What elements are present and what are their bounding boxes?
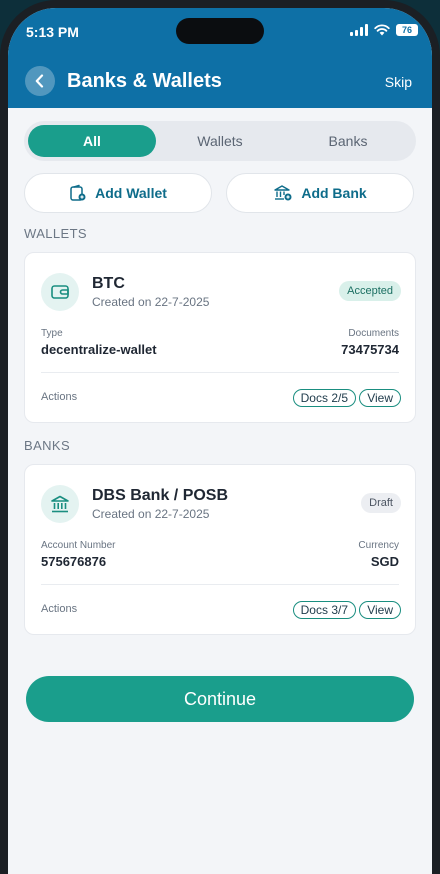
wallet-type-value: decentralize-wallet (41, 342, 157, 357)
wallet-card[interactable]: BTC Created on 22-7-2025 Accepted Type d… (24, 252, 416, 423)
phone-frame: 5:13 PM 76 Banks & Wallets Skip All Wall… (0, 0, 440, 874)
system-icons: 76 (350, 24, 418, 36)
battery-icon: 76 (396, 24, 418, 36)
add-bank-button[interactable]: Add Bank (226, 173, 414, 213)
wallet-add-icon (70, 184, 86, 201)
bank-name: DBS Bank / POSB (92, 487, 229, 504)
bank-actions-label: Actions (41, 603, 78, 615)
wallet-icon (51, 285, 69, 299)
wallet-docs-button[interactable]: Docs 2/5 (292, 389, 356, 407)
wallet-avatar (41, 273, 79, 311)
back-button[interactable] (25, 66, 55, 96)
header: Banks & Wallets Skip (8, 62, 432, 108)
wallet-documents-value: 73475734 (341, 342, 399, 357)
wifi-icon (374, 24, 390, 36)
tab-wallets[interactable]: Wallets (156, 125, 284, 157)
wallet-name: BTC (92, 275, 125, 292)
divider (41, 584, 399, 585)
top-bar: 5:13 PM 76 Banks & Wallets Skip (8, 8, 432, 108)
add-bank-label: Add Bank (301, 185, 367, 201)
wallet-view-button[interactable]: View (359, 389, 401, 407)
account-number-label: Account Number (41, 540, 116, 551)
wallets-section-label: WALLETS (24, 226, 88, 241)
app-screen: 5:13 PM 76 Banks & Wallets Skip All Wall… (8, 8, 432, 874)
banks-section-label: BANKS (24, 438, 71, 453)
divider (41, 372, 399, 373)
wallet-actions-label: Actions (41, 391, 78, 403)
wallet-documents-label: Documents (348, 328, 399, 339)
add-wallet-label: Add Wallet (95, 185, 167, 201)
continue-button[interactable]: Continue (26, 676, 414, 722)
bank-docs-button[interactable]: Docs 3/7 (292, 601, 356, 619)
tab-all[interactable]: All (28, 125, 156, 157)
account-number-value: 575676876 (41, 554, 107, 569)
bank-created-date: Created on 22-7-2025 (92, 507, 210, 521)
bank-card[interactable]: DBS Bank / POSB Created on 22-7-2025 Dra… (24, 464, 416, 635)
bank-view-button[interactable]: View (359, 601, 401, 619)
skip-button[interactable]: Skip (385, 74, 412, 90)
status-bar: 5:13 PM 76 (8, 8, 432, 58)
status-badge: Draft (361, 493, 401, 513)
dynamic-island (176, 18, 264, 44)
status-time: 5:13 PM (26, 24, 79, 40)
wallet-created-date: Created on 22-7-2025 (92, 295, 210, 309)
wallet-type-label: Type (41, 328, 63, 339)
currency-label: Currency (358, 540, 399, 551)
filter-tabs: All Wallets Banks (24, 121, 416, 161)
bank-add-icon (274, 185, 292, 201)
status-badge: Accepted (339, 281, 401, 301)
currency-value: SGD (370, 554, 399, 569)
bank-avatar (41, 485, 79, 523)
signal-icon (350, 24, 368, 36)
bank-icon (51, 495, 69, 513)
page-title: Banks & Wallets (67, 70, 222, 92)
add-wallet-button[interactable]: Add Wallet (24, 173, 212, 213)
chevron-left-icon (35, 74, 44, 88)
tab-banks[interactable]: Banks (284, 125, 412, 157)
